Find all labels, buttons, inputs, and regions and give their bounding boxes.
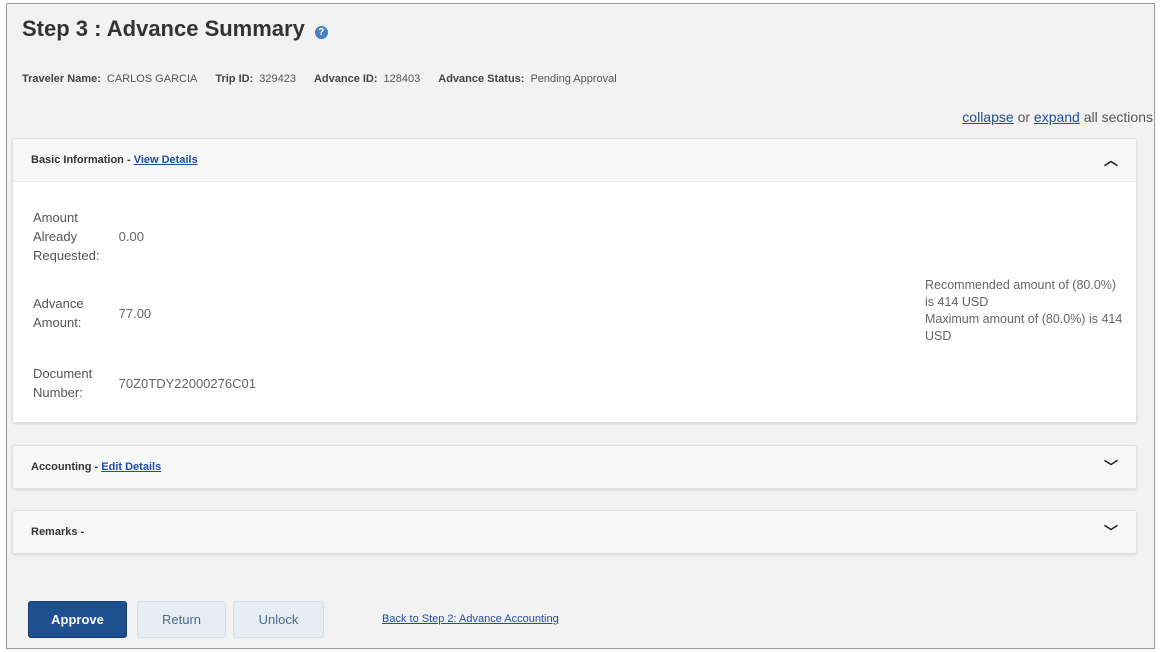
- trip-id-value: 329423: [259, 73, 296, 85]
- advance-status-value: Pending Approval: [530, 73, 617, 85]
- traveler-name-label: Traveler Name:: [22, 73, 101, 85]
- return-button[interactable]: Return: [137, 601, 226, 638]
- field-label: Amount Already Requested:: [33, 210, 100, 263]
- traveler-name-value: CARLOS GARCIA: [106, 73, 198, 85]
- basic-information-title: Basic Information -: [31, 154, 131, 166]
- unlock-button[interactable]: Unlock: [233, 601, 324, 638]
- maximum-amount-text: Maximum amount of (80.0%) is 414 USD: [925, 312, 1123, 343]
- field-label: Document Number:: [33, 366, 93, 400]
- view-details-link[interactable]: View Details: [134, 154, 198, 166]
- back-to-step2-link[interactable]: Back to Step 2: Advance Accounting: [382, 613, 559, 625]
- chevron-up-icon[interactable]: ︿: [1104, 150, 1118, 170]
- field-value: 77.00: [118, 305, 152, 321]
- field-value: 70Z0TDY22000276C01: [118, 375, 256, 391]
- sections-toggle: collapse or expand all sections: [962, 109, 1153, 125]
- remarks-panel: Remarks - ﹀: [12, 510, 1137, 554]
- collapse-all-link[interactable]: collapse: [962, 109, 1013, 125]
- basic-information-header[interactable]: Basic Information - View Details ︿: [13, 139, 1136, 181]
- remarks-header[interactable]: Remarks - ﹀: [13, 511, 1136, 553]
- accounting-panel: Accounting - Edit Details ﹀: [12, 445, 1137, 489]
- advance-amount-field: Advance Amount: 77.00: [33, 294, 151, 332]
- remarks-title: Remarks -: [31, 526, 85, 538]
- accounting-title: Accounting -: [31, 461, 99, 473]
- page-title: Step 3 : Advance Summary: [22, 16, 305, 41]
- chevron-down-icon[interactable]: ﹀: [1104, 522, 1118, 542]
- title-row: Step 3 : Advance Summary ?: [22, 16, 328, 42]
- basic-information-panel: Basic Information - View Details ︿ Amoun…: [12, 138, 1137, 423]
- amount-already-requested-field: Amount Already Requested: 0.00: [33, 208, 144, 265]
- basic-information-body: Amount Already Requested: 0.00 Advance A…: [13, 181, 1136, 422]
- edit-details-link[interactable]: Edit Details: [101, 461, 161, 473]
- document-number-field: Document Number: 70Z0TDY22000276C01: [33, 364, 256, 402]
- toggle-or-text: or: [1017, 109, 1031, 125]
- toggle-suffix-text: all sections: [1083, 109, 1153, 125]
- field-label: Advance Amount:: [33, 296, 84, 330]
- amount-guidance-note: Recommended amount of (80.0%) is 414 USD…: [925, 277, 1125, 345]
- chevron-down-icon[interactable]: ﹀: [1104, 457, 1118, 477]
- expand-all-link[interactable]: expand: [1034, 109, 1080, 125]
- approve-button[interactable]: Approve: [28, 601, 127, 638]
- advance-id-value: 128403: [383, 73, 421, 85]
- accounting-header[interactable]: Accounting - Edit Details ﹀: [13, 446, 1136, 488]
- advance-id-label: Advance ID:: [313, 73, 378, 85]
- question-icon[interactable]: ?: [314, 25, 328, 39]
- recommended-amount-text: Recommended amount of (80.0%) is 414 USD: [925, 278, 1117, 309]
- trip-info: Traveler Name: CARLOS GARCIA Trip ID: 32…: [22, 73, 635, 85]
- advance-status-label: Advance Status:: [438, 73, 525, 85]
- trip-id-label: Trip ID:: [215, 73, 254, 85]
- field-value: 0.00: [118, 229, 144, 244]
